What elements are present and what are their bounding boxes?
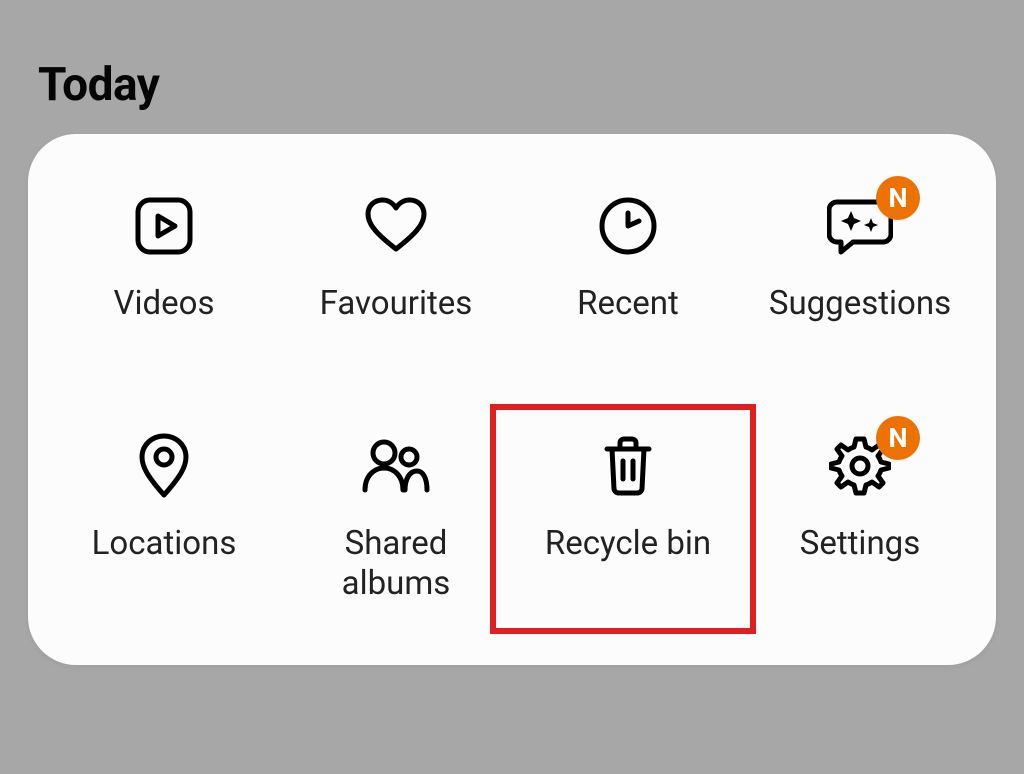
trash-icon [592,430,664,502]
menu-item-videos[interactable]: Videos [48,180,280,350]
people-icon [360,430,432,502]
play-square-icon [128,190,200,262]
menu-item-label: Settings [800,524,921,564]
menu-item-label: Locations [92,524,237,564]
menu-item-recent[interactable]: Recent [512,180,744,350]
menu-item-label: Shared albums [342,524,451,605]
menu-item-label: Favourites [320,284,473,324]
new-badge: N [876,416,920,460]
menu-item-label: Recent [577,284,679,324]
menu-item-label: Videos [114,284,215,324]
clock-icon [592,190,664,262]
menu-grid: Videos Favourites Rec [48,180,976,605]
menu-card: Videos Favourites Rec [28,134,996,665]
menu-item-label: Suggestions [769,284,951,324]
menu-item-shared-albums[interactable]: Shared albums [280,420,512,605]
menu-item-recycle-bin[interactable]: Recycle bin [512,420,744,605]
menu-item-label: Recycle bin [545,524,711,564]
page-root: Today Videos Favour [0,0,1024,774]
menu-item-suggestions[interactable]: N Suggestions [744,180,976,350]
menu-item-locations[interactable]: Locations [48,420,280,605]
new-badge: N [876,176,920,220]
menu-item-settings[interactable]: N Settings [744,420,976,605]
heart-icon [360,190,432,262]
pin-icon [128,430,200,502]
sparkle-chat-icon: N [824,190,896,262]
gear-icon: N [824,430,896,502]
section-title: Today [38,58,1024,112]
menu-item-favourites[interactable]: Favourites [280,180,512,350]
